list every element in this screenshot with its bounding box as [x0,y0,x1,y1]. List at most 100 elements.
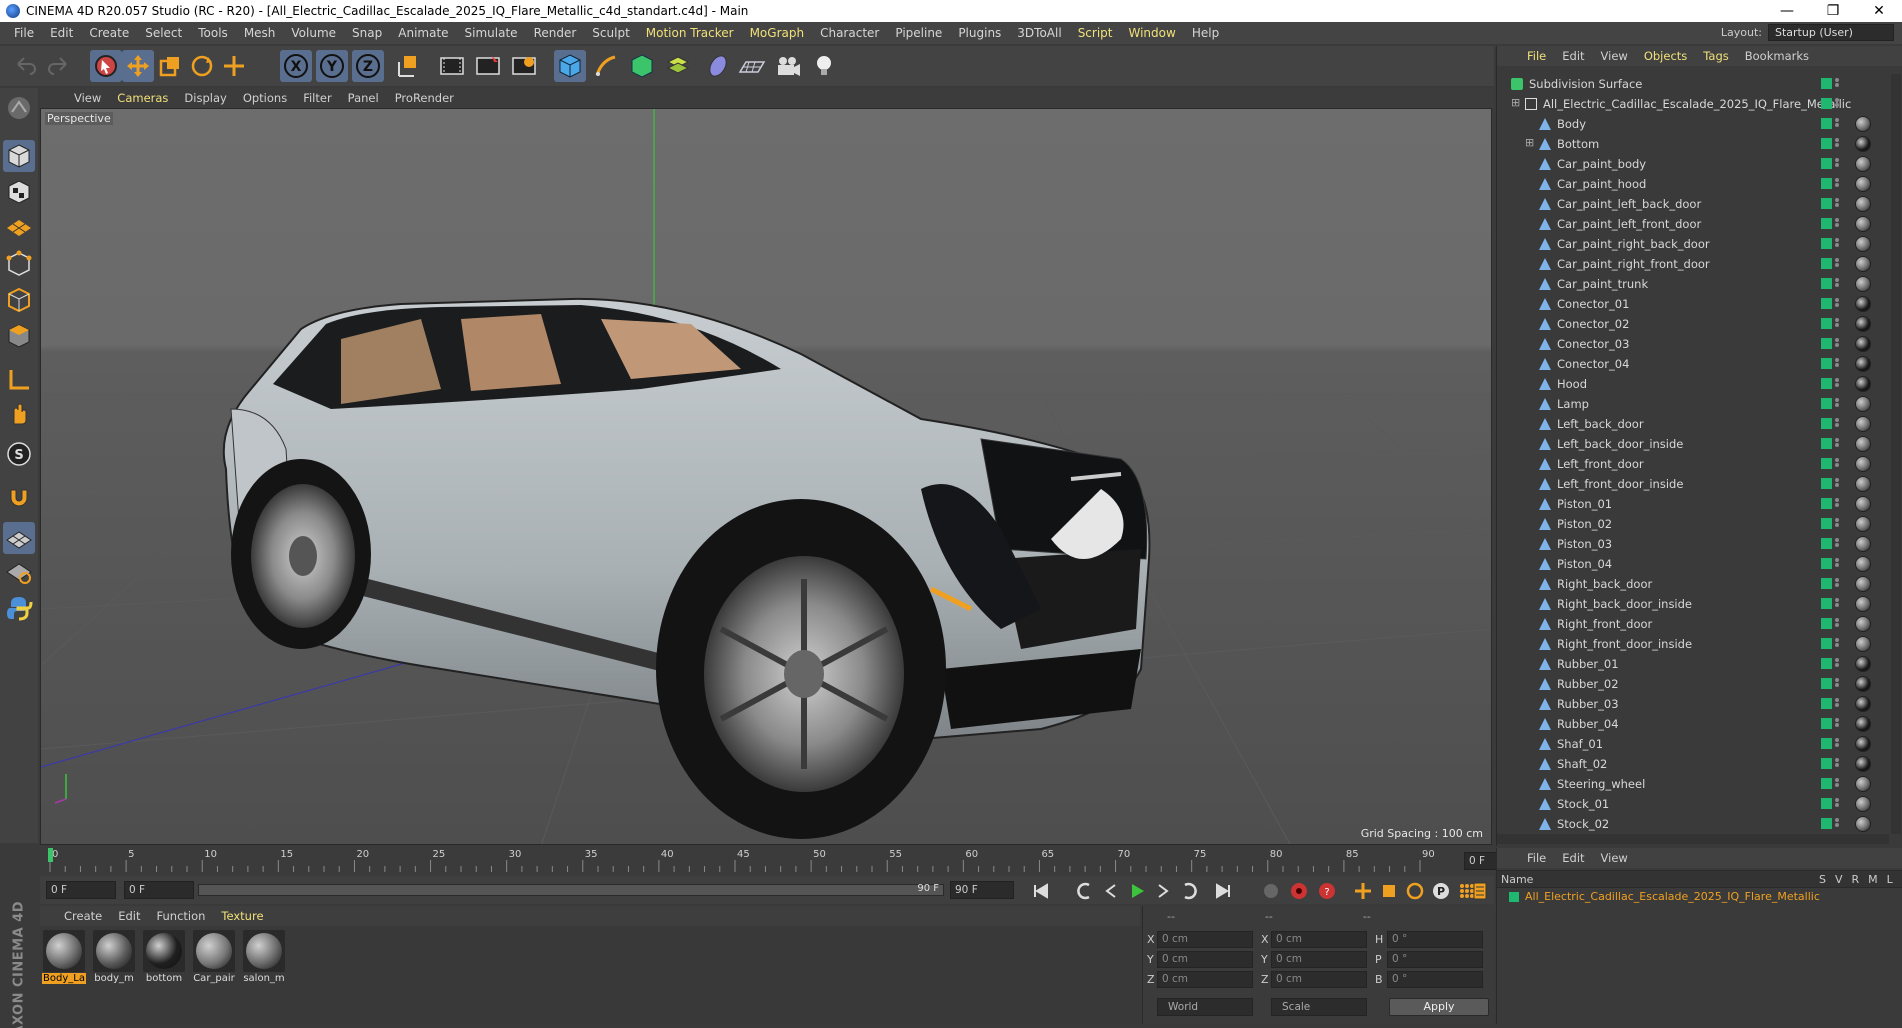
render-visibility-icon[interactable] [1835,697,1841,711]
next-frame-icon[interactable] [1152,880,1174,902]
material-tag-icon[interactable] [1855,796,1871,812]
object-row[interactable]: Right_back_door [1497,574,1889,594]
workplane-grid-icon[interactable] [3,522,35,554]
viewport-menu-filter[interactable]: Filter [295,91,339,105]
menu-window[interactable]: Window [1121,26,1184,40]
render-visibility-icon[interactable] [1835,537,1841,551]
visibility-check-icon[interactable] [1821,418,1832,429]
position-z-field[interactable]: 0 cm [1157,971,1253,988]
object-row[interactable]: Conector_04 [1497,354,1889,374]
material-tag-icon[interactable] [1855,696,1871,712]
material-tag-icon[interactable] [1855,296,1871,312]
material-tag-icon[interactable] [1855,816,1871,832]
material-tag-icon[interactable] [1855,396,1871,412]
object-menu-view[interactable]: View [1593,49,1636,63]
minimize-button[interactable]: — [1764,0,1810,22]
visibility-check-icon[interactable] [1821,638,1832,649]
render-visibility-icon[interactable] [1835,797,1841,811]
object-row[interactable]: Left_front_door [1497,454,1889,474]
render-visibility-icon[interactable] [1835,257,1841,271]
render-visibility-icon[interactable] [1835,617,1841,631]
render-visibility-icon[interactable] [1835,777,1841,791]
render-visibility-icon[interactable] [1835,497,1841,511]
mograph-icon[interactable] [662,50,694,82]
timeline[interactable]: 0 5 10 15 20 25 30 35 40 45 50 55 60 65 70 75 80 85 90 0 F [40,846,1522,876]
coordinate-mode-dropdown[interactable]: Scale [1271,998,1367,1016]
render-visibility-icon[interactable] [1835,817,1841,831]
material-tag-icon[interactable] [1855,196,1871,212]
visibility-check-icon[interactable] [1821,278,1832,289]
playhead[interactable] [48,848,53,862]
key-parameter-icon[interactable]: P [1430,880,1452,902]
timeline-layout-icon[interactable] [1470,880,1490,902]
object-row[interactable]: Rubber_04 [1497,714,1889,734]
range-slider[interactable]: 90 F [198,883,944,896]
key-scale-icon[interactable] [1378,880,1400,902]
object-row[interactable]: Piston_01 [1497,494,1889,514]
visibility-check-icon[interactable] [1821,558,1832,569]
go-to-start-icon[interactable] [1030,880,1052,902]
render-visibility-icon[interactable] [1835,397,1841,411]
menu-mesh[interactable]: Mesh [236,26,284,40]
material-tag-icon[interactable] [1855,316,1871,332]
object-row[interactable]: Conector_02 [1497,314,1889,334]
record-active-icon[interactable] [1288,880,1310,902]
visibility-check-icon[interactable] [1821,78,1832,89]
attribute-row[interactable]: All_Electric_Cadillac_Escalade_2025_IQ_F… [1497,888,1902,906]
apply-button[interactable]: Apply [1389,998,1489,1016]
snap-icon[interactable] [3,480,35,512]
material-tag-icon[interactable] [1855,496,1871,512]
viewport-menu-cameras[interactable]: Cameras [109,91,176,105]
material-menu-function[interactable]: Function [149,909,214,923]
maximize-button[interactable]: ❐ [1810,0,1856,22]
render-visibility-icon[interactable] [1835,677,1841,691]
visibility-check-icon[interactable] [1821,598,1832,609]
material-tag-icon[interactable] [1855,376,1871,392]
object-row[interactable]: ⊞ All_Electric_Cadillac_Escalade_2025_IQ_… [1497,94,1889,114]
render-visibility-icon[interactable] [1835,137,1841,151]
render-visibility-icon[interactable] [1835,657,1841,671]
menu-volume[interactable]: Volume [283,26,344,40]
material-tag-icon[interactable] [1855,356,1871,372]
viewport-scene[interactable] [41,109,1492,845]
axis-mode-icon[interactable] [3,364,35,396]
subdivision-icon[interactable] [626,50,658,82]
render-visibility-icon[interactable] [1835,97,1841,111]
object-menu-tags[interactable]: Tags [1695,49,1736,63]
object-row[interactable]: Rubber_02 [1497,674,1889,694]
menu-character[interactable]: Character [812,26,887,40]
render-visibility-icon[interactable] [1835,517,1841,531]
attribute-menu-edit[interactable]: Edit [1554,851,1592,865]
record-disabled-icon[interactable] [1260,880,1282,902]
object-row[interactable]: Conector_03 [1497,334,1889,354]
material-tag-icon[interactable] [1855,436,1871,452]
menu-pipeline[interactable]: Pipeline [887,26,950,40]
render-visibility-icon[interactable] [1835,377,1841,391]
close-button[interactable]: ✕ [1856,0,1902,22]
material-item[interactable]: Body_La [42,930,86,984]
move-plus-icon[interactable] [218,50,250,82]
render-visibility-icon[interactable] [1835,297,1841,311]
solo-icon[interactable]: S [3,438,35,470]
visibility-check-icon[interactable] [1821,778,1832,789]
material-item[interactable]: Car_pair [192,930,236,984]
viewport-menu-display[interactable]: Display [176,91,234,105]
material-menu-edit[interactable]: Edit [110,909,148,923]
size-y-field[interactable]: 0 cm [1271,951,1367,968]
material-tag-icon[interactable] [1855,776,1871,792]
menu-motion-tracker[interactable]: Motion Tracker [638,26,742,40]
render-visibility-icon[interactable] [1835,237,1841,251]
visibility-check-icon[interactable] [1821,578,1832,589]
menu-edit[interactable]: Edit [42,26,81,40]
range-start-field[interactable]: 0 F [124,881,194,899]
camera-icon[interactable] [772,50,804,82]
material-tag-icon[interactable] [1855,676,1871,692]
visibility-check-icon[interactable] [1821,438,1832,449]
menu-3dtoall[interactable]: 3DToAll [1009,26,1069,40]
rotation-h-field[interactable]: 0 ° [1387,931,1483,948]
python-icon[interactable] [3,592,35,624]
material-tag-icon[interactable] [1855,716,1871,732]
light-icon[interactable] [808,50,840,82]
visibility-check-icon[interactable] [1821,478,1832,489]
object-row[interactable]: Car_paint_left_back_door [1497,194,1889,214]
